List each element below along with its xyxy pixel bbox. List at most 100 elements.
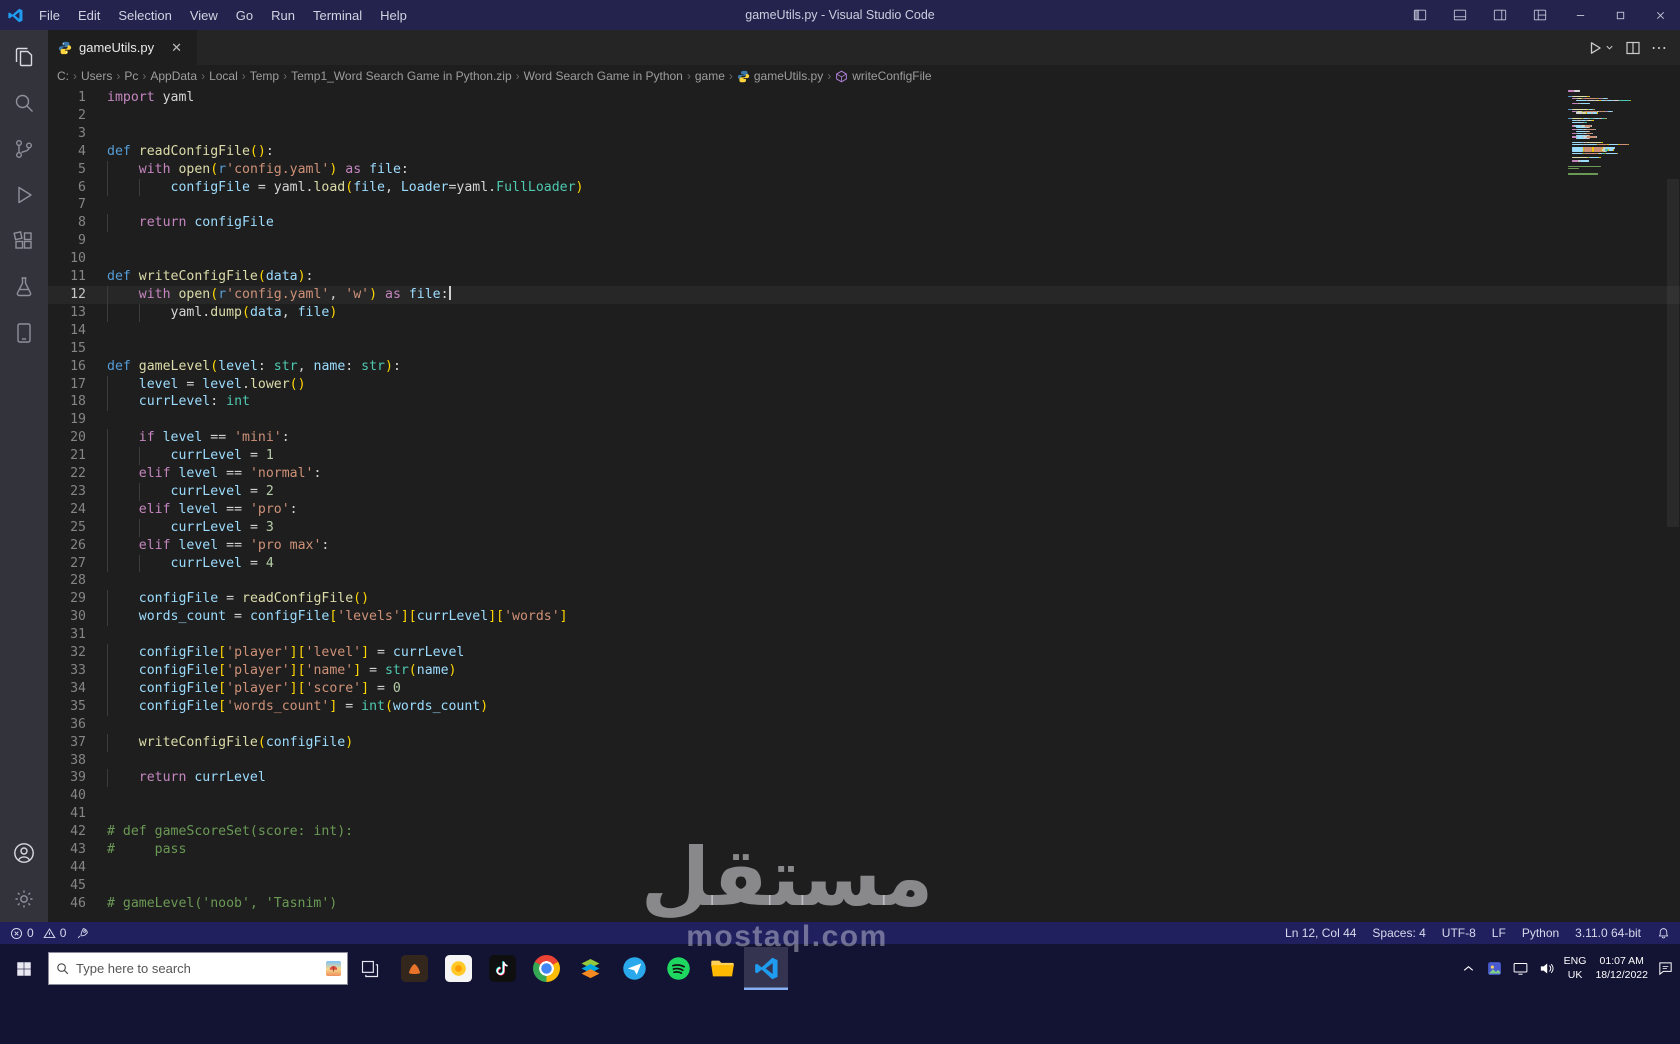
- activity-explorer-icon[interactable]: [0, 34, 48, 80]
- menu-run[interactable]: Run: [262, 0, 304, 30]
- code-line[interactable]: 1 import yaml: [48, 89, 1680, 107]
- code-line[interactable]: 11 def writeConfigFile(data):: [48, 268, 1680, 286]
- code-line[interactable]: 24 elif level == 'pro':: [48, 501, 1680, 519]
- taskbar-search[interactable]: [48, 952, 348, 985]
- code-line[interactable]: 36: [48, 716, 1680, 734]
- maximize-button[interactable]: [1600, 0, 1640, 30]
- line-number[interactable]: 12: [48, 286, 86, 304]
- status-indentation[interactable]: Spaces: 4: [1372, 926, 1425, 940]
- line-number[interactable]: 2: [48, 107, 86, 125]
- line-number[interactable]: 6: [48, 179, 86, 197]
- line-number[interactable]: 17: [48, 376, 86, 394]
- breadcrumb-file[interactable]: gameUtils.py: [737, 69, 823, 83]
- code-line[interactable]: 31: [48, 626, 1680, 644]
- line-number[interactable]: 38: [48, 752, 86, 770]
- line-number[interactable]: 30: [48, 608, 86, 626]
- code-line[interactable]: 25 currLevel = 3: [48, 519, 1680, 537]
- line-number[interactable]: 25: [48, 519, 86, 537]
- line-number[interactable]: 13: [48, 304, 86, 322]
- taskbar-app-tiktok-icon[interactable]: [480, 947, 524, 990]
- line-number[interactable]: 35: [48, 698, 86, 716]
- line-number[interactable]: 21: [48, 447, 86, 465]
- code-line[interactable]: 43 # pass: [48, 841, 1680, 859]
- breadcrumb-item[interactable]: Local: [209, 69, 238, 83]
- more-actions-icon[interactable]: ⋯: [1651, 38, 1668, 58]
- code-line[interactable]: 33 configFile['player']['name'] = str(na…: [48, 662, 1680, 680]
- activity-search-icon[interactable]: [0, 80, 48, 126]
- minimize-button[interactable]: [1560, 0, 1600, 30]
- taskbar-app-spotify-icon[interactable]: [656, 947, 700, 990]
- breadcrumb-item[interactable]: Users: [81, 69, 112, 83]
- menu-edit[interactable]: Edit: [69, 0, 109, 30]
- code-line[interactable]: 19: [48, 411, 1680, 429]
- line-number[interactable]: 20: [48, 429, 86, 447]
- tab-gameutils[interactable]: gameUtils.py ✕: [48, 30, 198, 65]
- code-line[interactable]: 35 configFile['words_count'] = int(words…: [48, 698, 1680, 716]
- code-line[interactable]: 30 words_count = configFile['levels'][cu…: [48, 608, 1680, 626]
- line-number[interactable]: 32: [48, 644, 86, 662]
- activity-manage-icon[interactable]: [0, 876, 48, 922]
- line-number[interactable]: 3: [48, 125, 86, 143]
- line-number[interactable]: 19: [48, 411, 86, 429]
- taskbar-app-yellow-app-icon[interactable]: [436, 947, 480, 990]
- taskbar-app-file-explorer-icon[interactable]: [700, 947, 744, 990]
- scrollbar-thumb[interactable]: [1667, 179, 1679, 527]
- breadcrumb-item[interactable]: Temp1_Word Search Game in Python.zip: [291, 69, 512, 83]
- code-line[interactable]: 23 currLevel = 2: [48, 483, 1680, 501]
- activity-testing-icon[interactable]: [0, 264, 48, 310]
- tab-close-icon[interactable]: ✕: [171, 40, 182, 56]
- line-number[interactable]: 33: [48, 662, 86, 680]
- breadcrumb-item[interactable]: Temp: [250, 69, 279, 83]
- line-number[interactable]: 23: [48, 483, 86, 501]
- line-number[interactable]: 31: [48, 626, 86, 644]
- status-language-mode[interactable]: Python: [1522, 926, 1559, 940]
- bell-icon[interactable]: [1657, 927, 1670, 940]
- code-line[interactable]: 41: [48, 805, 1680, 823]
- hidden-icons-chevron[interactable]: [1460, 960, 1477, 977]
- code-line[interactable]: 3: [48, 125, 1680, 143]
- menu-go[interactable]: Go: [227, 0, 262, 30]
- line-number[interactable]: 5: [48, 161, 86, 179]
- line-number[interactable]: 44: [48, 859, 86, 877]
- activity-source-control-icon[interactable]: [0, 126, 48, 172]
- taskbar-app-game-app-icon[interactable]: [392, 947, 436, 990]
- line-number[interactable]: 16: [48, 358, 86, 376]
- line-number[interactable]: 18: [48, 393, 86, 411]
- code-line[interactable]: 42 # def gameScoreSet(score: int):: [48, 823, 1680, 841]
- minimap[interactable]: [1568, 90, 1666, 175]
- breadcrumb-item[interactable]: Pc: [124, 69, 138, 83]
- menu-selection[interactable]: Selection: [109, 0, 180, 30]
- code-line[interactable]: 38: [48, 752, 1680, 770]
- code-line[interactable]: 39 return currLevel: [48, 769, 1680, 787]
- code-line[interactable]: 6 configFile = yaml.load(file, Loader=ya…: [48, 179, 1680, 197]
- status-python-interpreter[interactable]: 3.11.0 64-bit: [1575, 926, 1641, 940]
- code-line[interactable]: 10: [48, 250, 1680, 268]
- menu-view[interactable]: View: [181, 0, 227, 30]
- code-line[interactable]: 29 configFile = readConfigFile(): [48, 590, 1680, 608]
- code-line[interactable]: 44: [48, 859, 1680, 877]
- code-line[interactable]: 17 level = level.lower(): [48, 376, 1680, 394]
- breadcrumb-item[interactable]: C:: [57, 69, 69, 83]
- code-line[interactable]: 28: [48, 572, 1680, 590]
- line-number[interactable]: 22: [48, 465, 86, 483]
- activity-remote-explorer-icon[interactable]: [0, 310, 48, 356]
- taskbar-app-bluestacks-icon[interactable]: [568, 947, 612, 990]
- news-interests-icon[interactable]: [326, 961, 341, 976]
- line-number[interactable]: 7: [48, 196, 86, 214]
- toggle-panel-icon[interactable]: [1440, 0, 1480, 30]
- code-line[interactable]: 16 def gameLevel(level: str, name: str):: [48, 358, 1680, 376]
- line-number[interactable]: 8: [48, 214, 86, 232]
- code-line[interactable]: 8 return configFile: [48, 214, 1680, 232]
- activity-run-and-debug-icon[interactable]: [0, 172, 48, 218]
- code-line[interactable]: 2: [48, 107, 1680, 125]
- language-indicator[interactable]: ENG UK: [1564, 955, 1587, 982]
- line-number[interactable]: 39: [48, 769, 86, 787]
- line-number[interactable]: 27: [48, 555, 86, 573]
- code-line[interactable]: 5 with open(r'config.yaml') as file:: [48, 161, 1680, 179]
- customize-layout-icon[interactable]: [1520, 0, 1560, 30]
- activity-extensions-icon[interactable]: [0, 218, 48, 264]
- line-number[interactable]: 40: [48, 787, 86, 805]
- code-line[interactable]: 13 yaml.dump(data, file): [48, 304, 1680, 322]
- action-center-icon[interactable]: [1657, 960, 1674, 977]
- code-line[interactable]: 7: [48, 196, 1680, 214]
